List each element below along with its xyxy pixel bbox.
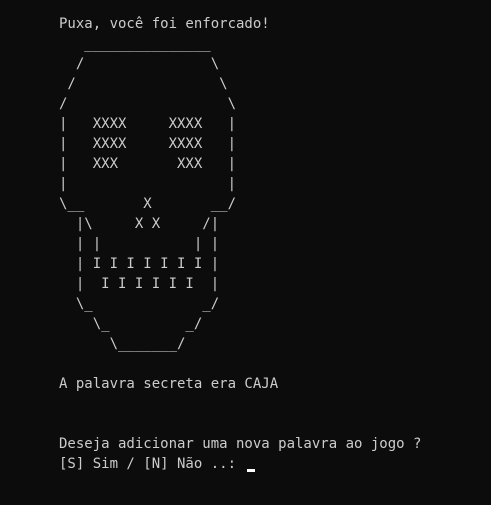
input-prompt-row[interactable]: [S] Sim / [N] Não ..: xyxy=(59,454,256,474)
secret-word-message: A palavra secreta era CAJA xyxy=(59,376,279,392)
game-over-message: Puxa, você foi enforcado! xyxy=(59,16,270,32)
text-cursor[interactable] xyxy=(247,468,256,472)
add-word-question: Deseja adicionar uma nova palavra ao jog… xyxy=(59,436,422,452)
skull-ascii-art: _______________ / \ / \ / \ | XXXX XXXX … xyxy=(59,36,237,352)
input-prompt: [S] Sim / [N] Não ..: xyxy=(59,456,245,472)
console-window[interactable]: Puxa, você foi enforcado! ______________… xyxy=(0,0,491,505)
